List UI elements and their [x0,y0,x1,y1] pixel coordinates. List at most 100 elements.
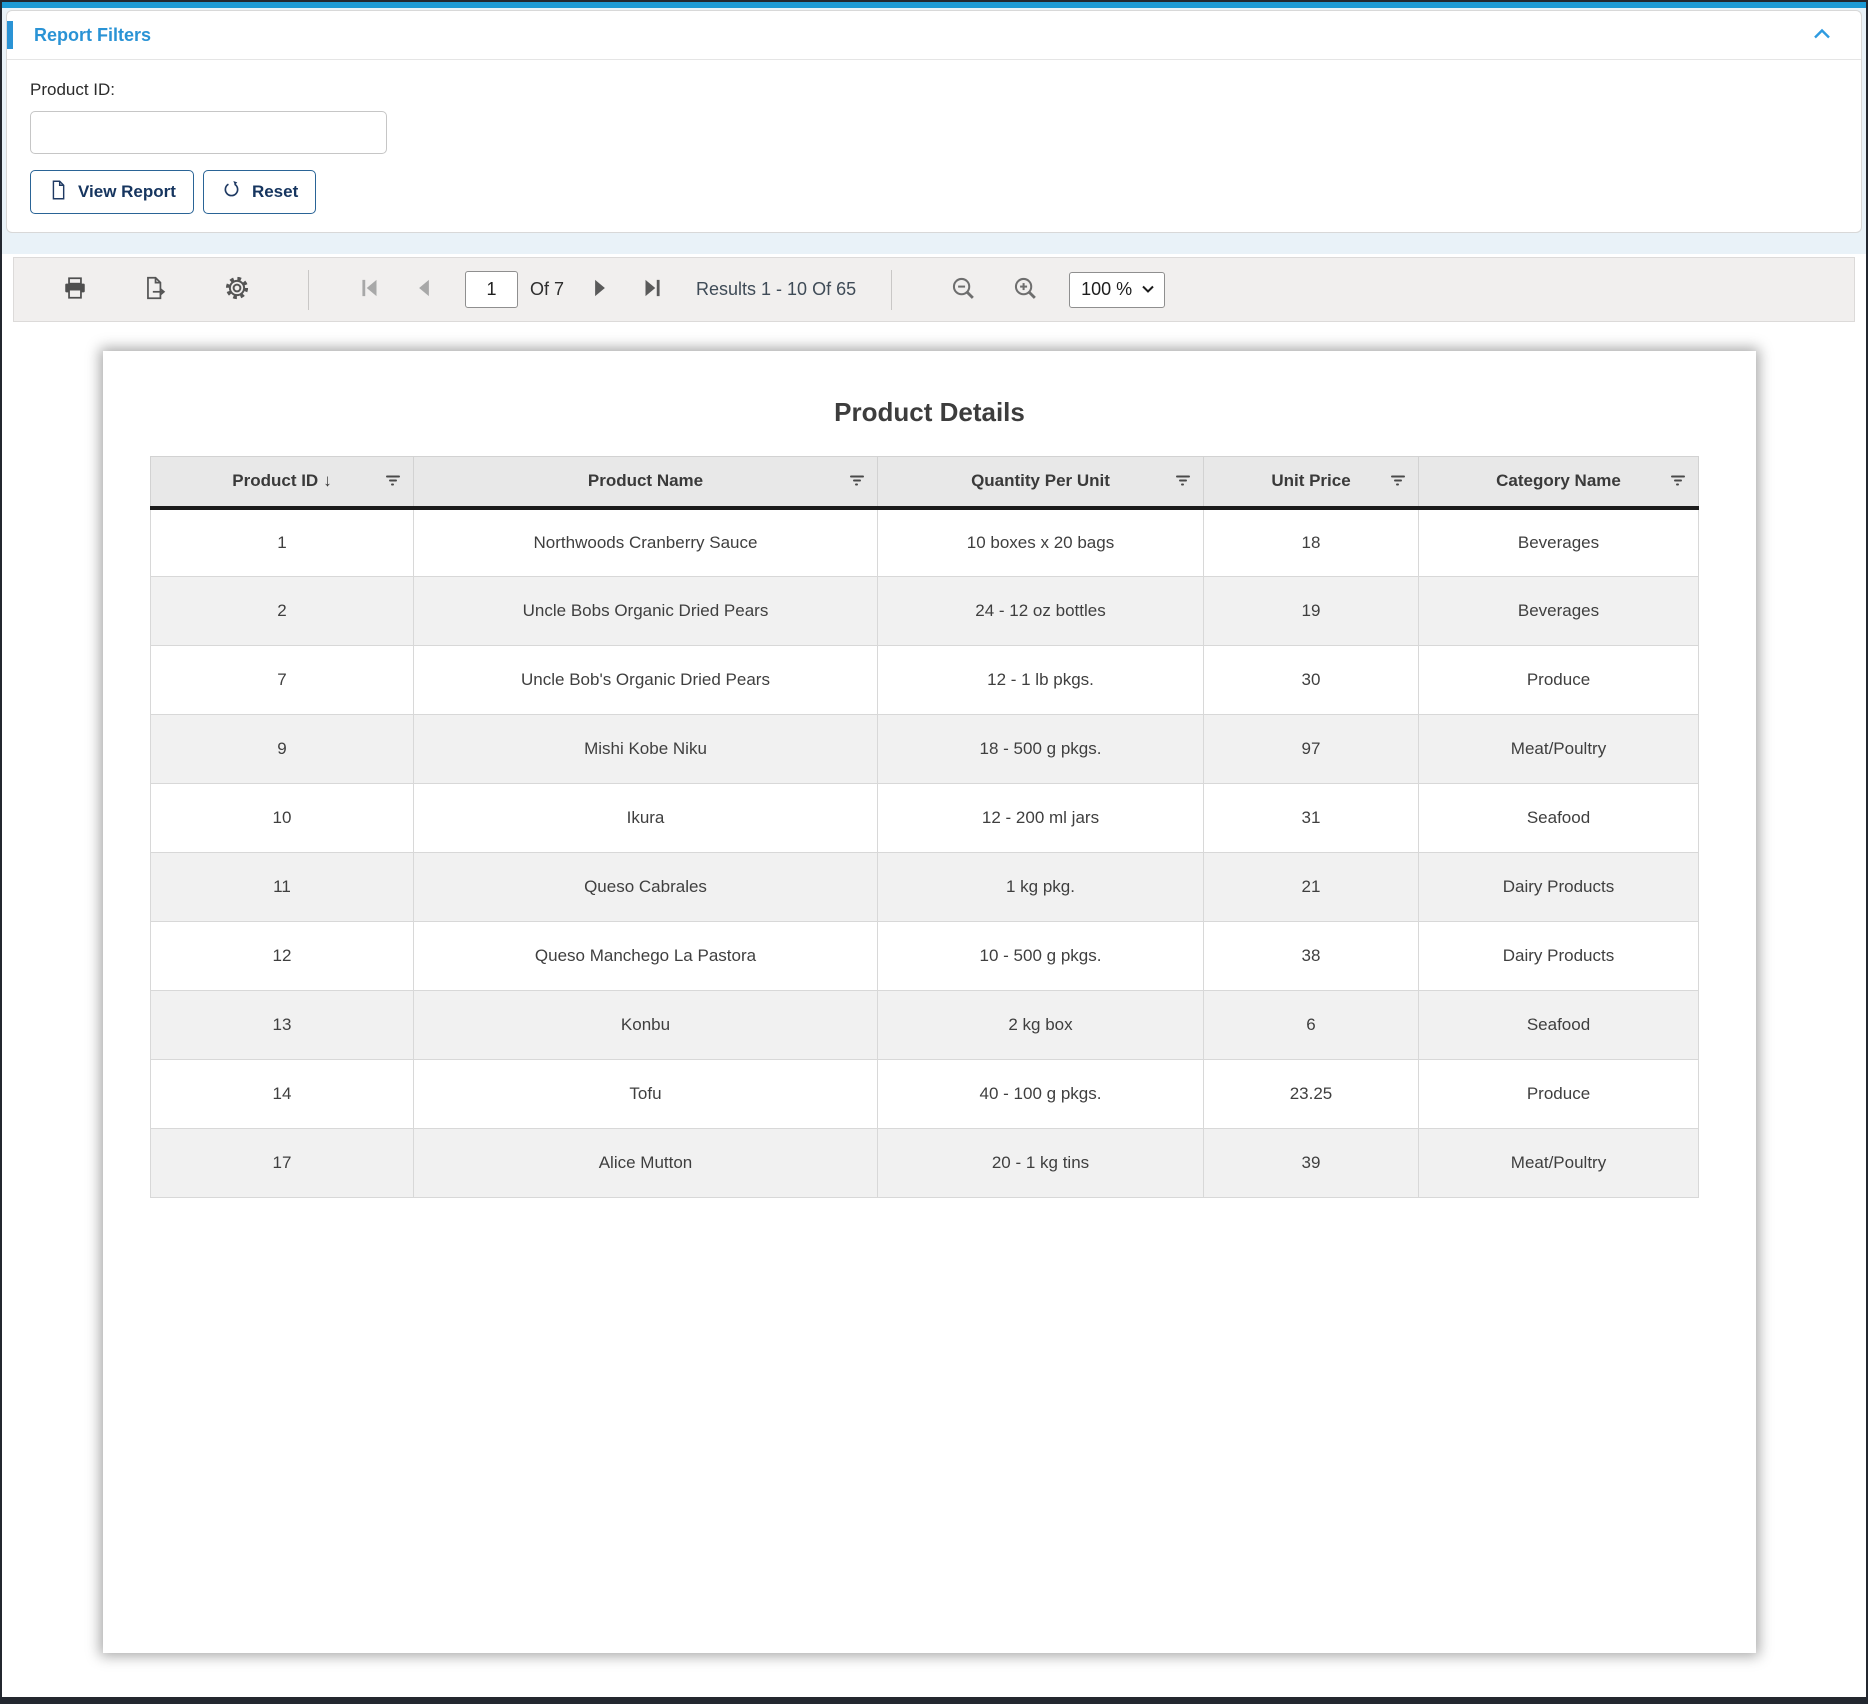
table-cell: Meat/Poultry [1418,1128,1699,1198]
table-cell: Uncle Bob's Organic Dried Pears [413,645,878,715]
view-report-button[interactable]: View Report [30,170,194,214]
table-row: 17 Alice Mutton 20 - 1 kg tins 39 Meat/Poult… [150,1128,1699,1198]
table-cell: 12 [150,921,414,991]
table-cell: 38 [1203,921,1419,991]
last-page-button[interactable] [636,274,668,306]
table-cell: Ikura [413,783,878,853]
product-id-input[interactable] [30,111,387,154]
table-cell: Seafood [1418,990,1699,1060]
print-button[interactable] [59,274,91,306]
column-header-product-id[interactable]: Product ID ↓ [150,456,414,510]
column-header-unit-price[interactable]: Unit Price [1203,456,1419,510]
table-header-row: Product ID ↓ Product Name Quantity Per Un… [150,456,1699,510]
table-cell: Seafood [1418,783,1699,853]
toolbar-divider [891,269,893,310]
zoom-out-button[interactable] [947,274,979,306]
previous-page-button[interactable] [408,274,440,306]
table-cell: 97 [1203,714,1419,784]
report-filters-panel: Report Filters Product ID: View Report R… [6,10,1862,233]
page-number-input[interactable] [465,271,518,308]
table-row: 11 Queso Cabrales 1 kg pkg. 21 Dairy Product… [150,852,1699,922]
title-accent-bar [7,21,13,49]
table-row: 10 Ikura 12 - 200 ml jars 31 Seafood [150,783,1699,853]
table-cell: Produce [1418,645,1699,715]
table-cell: Beverages [1418,576,1699,646]
settings-button[interactable] [221,274,253,306]
table-cell: 31 [1203,783,1419,853]
zoom-level-select[interactable]: 100 % [1069,271,1166,308]
report-page: Product Details Product ID ↓ Product Name [103,351,1756,1653]
table-cell: 18 - 500 g pkgs. [877,714,1204,784]
table-cell: 10 boxes x 20 bags [877,507,1204,577]
results-count-label: Results 1 - 10 Of 65 [696,279,857,299]
first-page-icon [357,275,383,304]
print-icon [61,275,89,304]
column-header-label: Product ID [232,471,319,491]
table-cell: Dairy Products [1418,921,1699,991]
report-filters-body: Product ID: View Report Reset [7,60,1861,214]
report-viewer: Report Filters Product ID: View Report R… [0,0,1868,1704]
table-cell: 2 kg box [877,990,1204,1060]
collapse-filters-button[interactable] [1805,19,1839,51]
table-cell: 30 [1203,645,1419,715]
table-row: 14 Tofu 40 - 100 g pkgs. 23.25 Produce [150,1059,1699,1129]
report-filters-title: Report Filters [34,24,152,45]
table-cell: 13 [150,990,414,1060]
column-header-product-name[interactable]: Product Name [413,456,878,510]
export-icon [141,275,169,304]
sort-descending-arrow: ↓ [323,471,332,491]
previous-page-icon [411,275,437,304]
document-icon [48,179,68,206]
page-count-label: Of 7 [530,279,565,299]
table-cell: 19 [1203,576,1419,646]
last-page-icon [639,275,665,304]
reset-button[interactable]: Reset [202,170,317,214]
top-accent-bar [2,2,1866,8]
table-cell: 9 [150,714,414,784]
table-cell: 18 [1203,507,1419,577]
product-id-label: Product ID: [30,80,116,99]
filter-icon[interactable] [1390,475,1405,487]
filter-icon[interactable] [385,475,400,487]
next-page-button[interactable] [584,274,616,306]
chevron-up-icon [1808,22,1836,49]
table-cell: Konbu [413,990,878,1060]
first-page-button[interactable] [354,274,386,306]
export-button[interactable] [139,274,171,306]
column-header-quantity-per-unit[interactable]: Quantity Per Unit [877,456,1204,510]
column-header-label: Product Name [587,471,704,491]
table-cell: 40 - 100 g pkgs. [877,1059,1204,1129]
table-cell: 17 [150,1128,414,1198]
table-cell: 39 [1203,1128,1419,1198]
table-cell: Mishi Kobe Niku [413,714,878,784]
table-cell: 21 [1203,852,1419,922]
column-header-category-name[interactable]: Category Name [1418,456,1699,510]
table-cell: 20 - 1 kg tins [877,1128,1204,1198]
zoom-in-button[interactable] [1009,274,1041,306]
table-cell: Dairy Products [1418,852,1699,922]
table-cell: Produce [1418,1059,1699,1129]
table-cell: Northwoods Cranberry Sauce [413,507,878,577]
table-cell: 7 [150,645,414,715]
zoom-level-value: 100 % [1081,279,1133,299]
table-row: 2 Uncle Bobs Organic Dried Pears 24 - 12 o… [150,576,1699,646]
report-toolbar: Of 7 Results 1 - 10 Of 65 100 % [13,257,1855,322]
refresh-icon [221,179,242,205]
filter-icon[interactable] [1670,475,1685,487]
table-cell: 10 - 500 g pkgs. [877,921,1204,991]
filter-icon[interactable] [1175,475,1190,487]
table-row: 13 Konbu 2 kg box 6 Seafood [150,990,1699,1060]
table-cell: Meat/Poultry [1418,714,1699,784]
table-cell: Uncle Bobs Organic Dried Pears [413,576,878,646]
product-details-table: Product ID ↓ Product Name Quantity Per Un… [150,456,1699,1198]
table-cell: 23.25 [1203,1059,1419,1129]
column-header-label: Category Name [1496,471,1621,491]
table-row: 7 Uncle Bob's Organic Dried Pears 12 - 1 l… [150,645,1699,715]
table-cell: 24 - 12 oz bottles [877,576,1204,646]
table-cell: 11 [150,852,414,922]
filter-icon[interactable] [849,475,864,487]
table-row: 9 Mishi Kobe Niku 18 - 500 g pkgs. 97 Meat/P… [150,714,1699,784]
table-cell: 2 [150,576,414,646]
table-cell: 6 [1203,990,1419,1060]
toolbar-divider [308,269,309,310]
